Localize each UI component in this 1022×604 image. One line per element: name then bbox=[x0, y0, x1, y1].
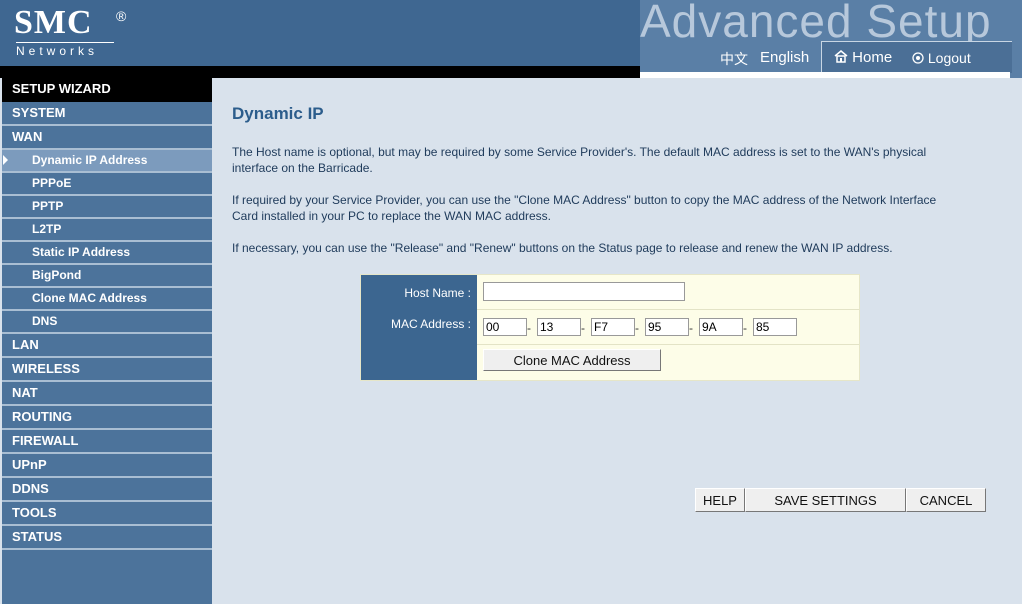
sidebar-item-tools[interactable]: TOOLS bbox=[2, 502, 212, 526]
logo-subtitle: Networks bbox=[16, 42, 114, 58]
language-english-link[interactable]: English bbox=[760, 49, 809, 66]
sidebar-item-firewall[interactable]: FIREWALL bbox=[2, 430, 212, 454]
logout-icon bbox=[912, 52, 924, 64]
sidebar-subitem-label: Dynamic IP Address bbox=[32, 153, 148, 167]
sidebar-subitem-static-ip[interactable]: Static IP Address bbox=[2, 242, 212, 265]
sidebar-subitem-pppoe[interactable]: PPPoE bbox=[2, 173, 212, 196]
description-paragraph-1: The Host name is optional, but may be re… bbox=[232, 145, 927, 175]
home-link[interactable]: Home bbox=[834, 49, 892, 66]
cancel-button[interactable]: CANCEL bbox=[906, 488, 986, 512]
home-tab: Home Logout bbox=[821, 41, 1012, 73]
arrow-right-icon bbox=[3, 155, 8, 165]
sidebar-subitem-dns[interactable]: DNS bbox=[2, 311, 212, 334]
sidebar-subitem-bigpond[interactable]: BigPond bbox=[2, 265, 212, 288]
row-separator bbox=[477, 344, 859, 345]
header: SMC ® Networks Advanced Setup 中文 English… bbox=[0, 0, 1022, 78]
header-divider bbox=[0, 66, 640, 78]
mac-separator: - bbox=[527, 321, 531, 335]
sidebar-subitem-clone-mac[interactable]: Clone MAC Address bbox=[2, 288, 212, 311]
smc-logo: SMC bbox=[14, 4, 93, 41]
sidebar-subitem-pptp[interactable]: PPTP bbox=[2, 196, 212, 219]
clone-mac-address-button[interactable]: Clone MAC Address bbox=[483, 349, 661, 371]
language-chinese-link[interactable]: 中文 bbox=[720, 49, 748, 69]
row-separator bbox=[477, 309, 859, 310]
mac-octet-6-input[interactable] bbox=[753, 318, 797, 336]
description-paragraph-3: If necessary, you can use the "Release" … bbox=[232, 241, 893, 255]
sidebar-subitem-dynamic-ip[interactable]: Dynamic IP Address bbox=[2, 150, 212, 173]
save-settings-button[interactable]: SAVE SETTINGS bbox=[745, 488, 906, 512]
sidebar-item-setup-wizard[interactable]: SETUP WIZARD bbox=[2, 78, 212, 102]
mac-octet-1-input[interactable] bbox=[483, 318, 527, 336]
page-title: Dynamic IP bbox=[232, 104, 324, 123]
host-name-input[interactable] bbox=[483, 282, 685, 301]
mac-octet-4-input[interactable] bbox=[645, 318, 689, 336]
sidebar-subitem-l2tp[interactable]: L2TP bbox=[2, 219, 212, 242]
sidebar-item-ddns[interactable]: DDNS bbox=[2, 478, 212, 502]
home-icon bbox=[834, 50, 848, 63]
logout-link[interactable]: Logout bbox=[912, 50, 971, 66]
registered-mark: ® bbox=[116, 8, 127, 24]
mac-separator: - bbox=[743, 321, 747, 335]
sidebar-item-system[interactable]: SYSTEM bbox=[2, 102, 212, 126]
sidebar-item-upnp[interactable]: UPnP bbox=[2, 454, 212, 478]
description-paragraph-2: If required by your Service Provider, yo… bbox=[232, 193, 937, 223]
sidebar-item-routing[interactable]: ROUTING bbox=[2, 406, 212, 430]
host-name-label: Host Name : bbox=[404, 286, 471, 300]
mac-octet-3-input[interactable] bbox=[591, 318, 635, 336]
help-button[interactable]: HELP bbox=[695, 488, 745, 512]
main-content: Dynamic IP The Host name is optional, bu… bbox=[212, 78, 1022, 604]
sidebar-item-lan[interactable]: LAN bbox=[2, 334, 212, 358]
mac-octet-5-input[interactable] bbox=[699, 318, 743, 336]
mac-separator: - bbox=[581, 321, 585, 335]
mac-address-label: MAC Address : bbox=[390, 317, 471, 331]
sidebar-item-wan[interactable]: WAN bbox=[2, 126, 212, 150]
sidebar-item-status[interactable]: STATUS bbox=[2, 526, 212, 550]
form-label-column: Host Name : MAC Address : bbox=[361, 275, 477, 380]
logout-label: Logout bbox=[927, 50, 971, 66]
mac-separator: - bbox=[635, 321, 639, 335]
mac-octet-2-input[interactable] bbox=[537, 318, 581, 336]
sidebar: SETUP WIZARD SYSTEM WAN Dynamic IP Addre… bbox=[2, 78, 212, 604]
settings-form: Host Name : MAC Address : - - - - - Clon… bbox=[360, 274, 860, 381]
mac-separator: - bbox=[689, 321, 693, 335]
sidebar-item-nat[interactable]: NAT bbox=[2, 382, 212, 406]
home-label: Home bbox=[852, 49, 893, 66]
sidebar-item-wireless[interactable]: WIRELESS bbox=[2, 358, 212, 382]
